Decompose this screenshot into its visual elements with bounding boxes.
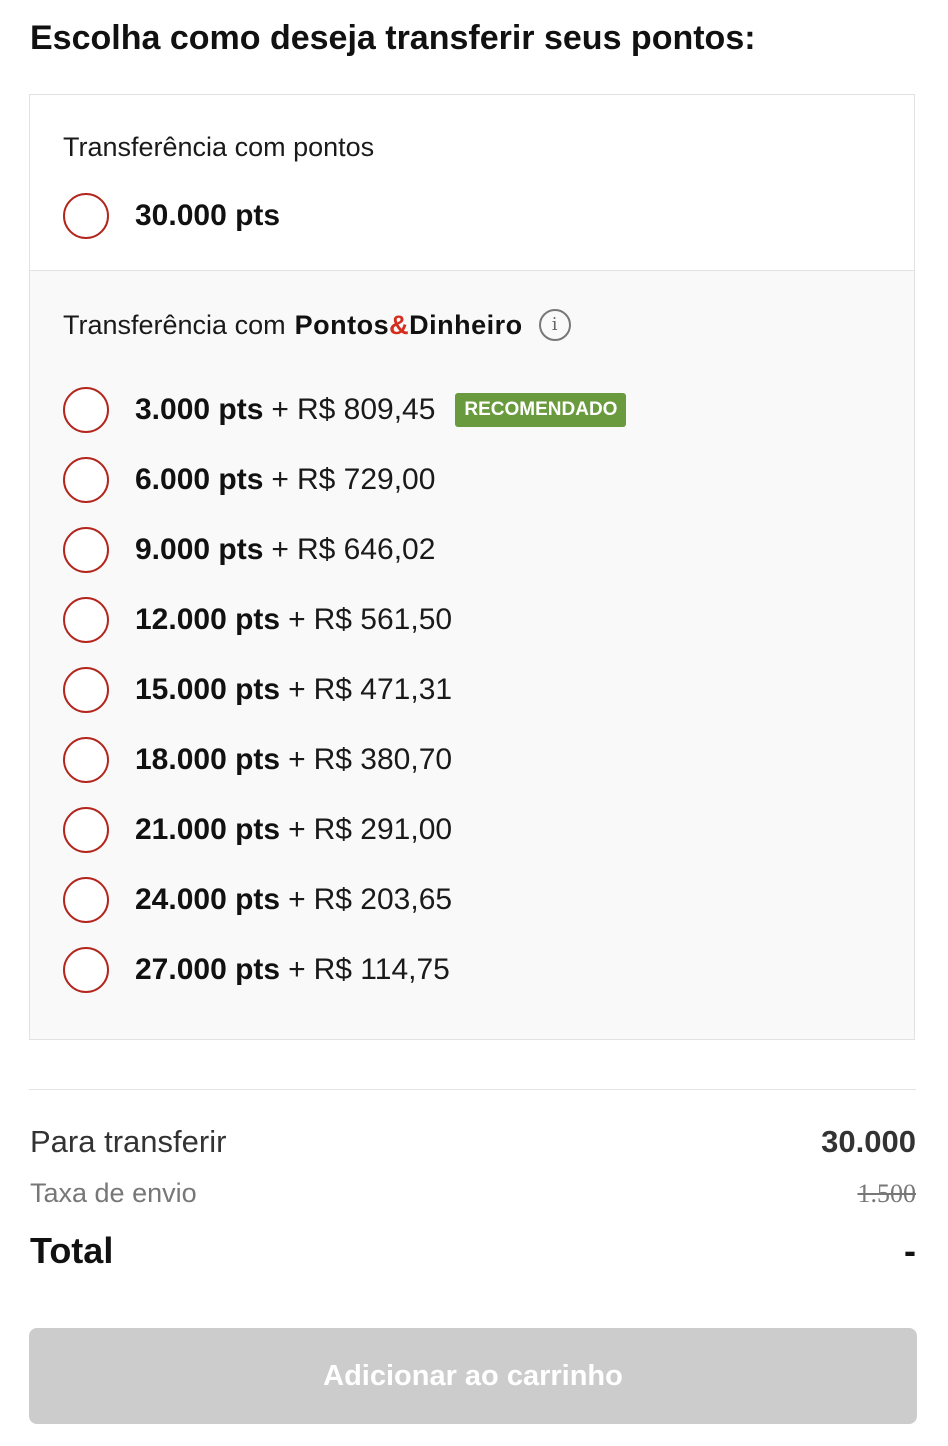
option-label: 12.000 pts + R$ 561,50: [135, 600, 452, 640]
option-points: 21.000 pts: [135, 813, 281, 846]
option-money: R$ 646,02: [296, 533, 436, 566]
option-row-3[interactable]: 12.000 pts + R$ 561,50: [63, 595, 452, 645]
option-row-5[interactable]: 18.000 pts + R$ 380,70: [63, 735, 452, 785]
option-label: 24.000 pts + R$ 203,65: [135, 880, 452, 920]
option-points: 18.000 pts: [135, 743, 281, 776]
total-value: -: [904, 1230, 916, 1271]
points-section-heading: Transferência com pontos: [63, 132, 375, 162]
points-only-section: Transferência com pontos 30.000 pts: [30, 95, 914, 271]
fee-value-strikethrough: 1.500: [857, 1179, 917, 1208]
radio-unchecked-icon[interactable]: [63, 457, 109, 503]
option-points: 6.000 pts: [135, 463, 264, 496]
mixed-heading-prefix: Transferência com: [63, 310, 286, 340]
summary-transfer-row: Para transferir 30.000: [30, 1124, 916, 1160]
option-points: 24.000 pts: [135, 883, 281, 916]
option-row-8[interactable]: 27.000 pts + R$ 114,75: [63, 945, 450, 995]
option-points: 30.000 pts: [135, 199, 281, 232]
option-points: 9.000 pts: [135, 533, 264, 566]
option-label: 9.000 pts + R$ 646,02: [135, 530, 435, 570]
radio-unchecked-icon[interactable]: [63, 737, 109, 783]
option-money: R$ 114,75: [313, 953, 450, 986]
plus-separator: +: [288, 743, 306, 776]
option-label: 3.000 pts + R$ 809,45: [135, 390, 435, 430]
radio-unchecked-icon[interactable]: [63, 527, 109, 573]
transfer-options-box: Transferência com pontos 30.000 pts Tran…: [29, 94, 915, 1040]
option-money: R$ 380,70: [313, 743, 453, 776]
radio-unchecked-icon[interactable]: [63, 947, 109, 993]
option-row-0[interactable]: 3.000 pts + R$ 809,45 RECOMENDADO: [63, 385, 627, 435]
plus-separator: +: [288, 603, 306, 636]
option-row-1[interactable]: 6.000 pts + R$ 729,00: [63, 455, 435, 505]
plus-separator: +: [288, 883, 306, 916]
page-title: Escolha como deseja transferir seus pont…: [30, 19, 756, 57]
option-row-2[interactable]: 9.000 pts + R$ 646,02: [63, 525, 435, 575]
option-label: 15.000 pts + R$ 471,31: [135, 670, 452, 710]
option-label: 27.000 pts + R$ 114,75: [135, 950, 450, 990]
recommended-badge: RECOMENDADO: [455, 393, 627, 427]
option-row-7[interactable]: 24.000 pts + R$ 203,65: [63, 875, 452, 925]
option-money: R$ 561,50: [313, 603, 453, 636]
radio-unchecked-icon[interactable]: [63, 877, 109, 923]
option-points: 12.000 pts: [135, 603, 281, 636]
plus-separator: +: [288, 953, 306, 986]
summary-fee-row: Taxa de envio 1.500: [30, 1178, 916, 1209]
option-label: 30.000 pts: [135, 196, 280, 236]
brand-part-dinheiro: Dinheiro: [409, 310, 523, 340]
option-points: 27.000 pts: [135, 953, 281, 986]
radio-unchecked-icon[interactable]: [63, 667, 109, 713]
mixed-section-heading: Transferência com Pontos&Dinheiro i: [63, 307, 571, 343]
brand-part-pontos: Pontos: [294, 310, 390, 340]
option-label: 21.000 pts + R$ 291,00: [135, 810, 452, 850]
option-row-4[interactable]: 15.000 pts + R$ 471,31: [63, 665, 452, 715]
option-points-only[interactable]: 30.000 pts: [63, 191, 280, 241]
radio-unchecked-icon[interactable]: [63, 807, 109, 853]
radio-unchecked-icon[interactable]: [63, 193, 109, 239]
plus-separator: +: [271, 393, 289, 426]
option-money: R$ 471,31: [313, 673, 453, 706]
plus-separator: +: [288, 813, 306, 846]
plus-separator: +: [271, 533, 289, 566]
points-and-money-section: Transferência com Pontos&Dinheiro i 3.00…: [30, 271, 914, 1039]
option-money: R$ 729,00: [296, 463, 436, 496]
info-icon[interactable]: i: [538, 309, 571, 341]
radio-unchecked-icon[interactable]: [63, 597, 109, 643]
total-label: Total: [30, 1230, 114, 1271]
option-label: 6.000 pts + R$ 729,00: [135, 460, 435, 500]
transfer-value: 30.000: [821, 1124, 916, 1159]
option-money: R$ 809,45: [296, 393, 436, 426]
add-to-cart-button[interactable]: Adicionar ao carrinho: [29, 1328, 917, 1424]
brand-pontos-dinheiro: Pontos&Dinheiro: [295, 307, 523, 343]
option-label: 18.000 pts + R$ 380,70: [135, 740, 452, 780]
option-money: R$ 203,65: [313, 883, 453, 916]
summary-divider: [29, 1089, 916, 1090]
option-row-6[interactable]: 21.000 pts + R$ 291,00: [63, 805, 452, 855]
option-points: 15.000 pts: [135, 673, 281, 706]
option-money: R$ 291,00: [313, 813, 453, 846]
transfer-label: Para transferir: [30, 1124, 227, 1159]
plus-separator: +: [288, 673, 306, 706]
fee-label: Taxa de envio: [30, 1178, 197, 1208]
radio-unchecked-icon[interactable]: [63, 387, 109, 433]
brand-ampersand: &: [389, 310, 410, 340]
plus-separator: +: [271, 463, 289, 496]
option-points: 3.000 pts: [135, 393, 264, 426]
summary-total-row: Total -: [30, 1230, 916, 1272]
